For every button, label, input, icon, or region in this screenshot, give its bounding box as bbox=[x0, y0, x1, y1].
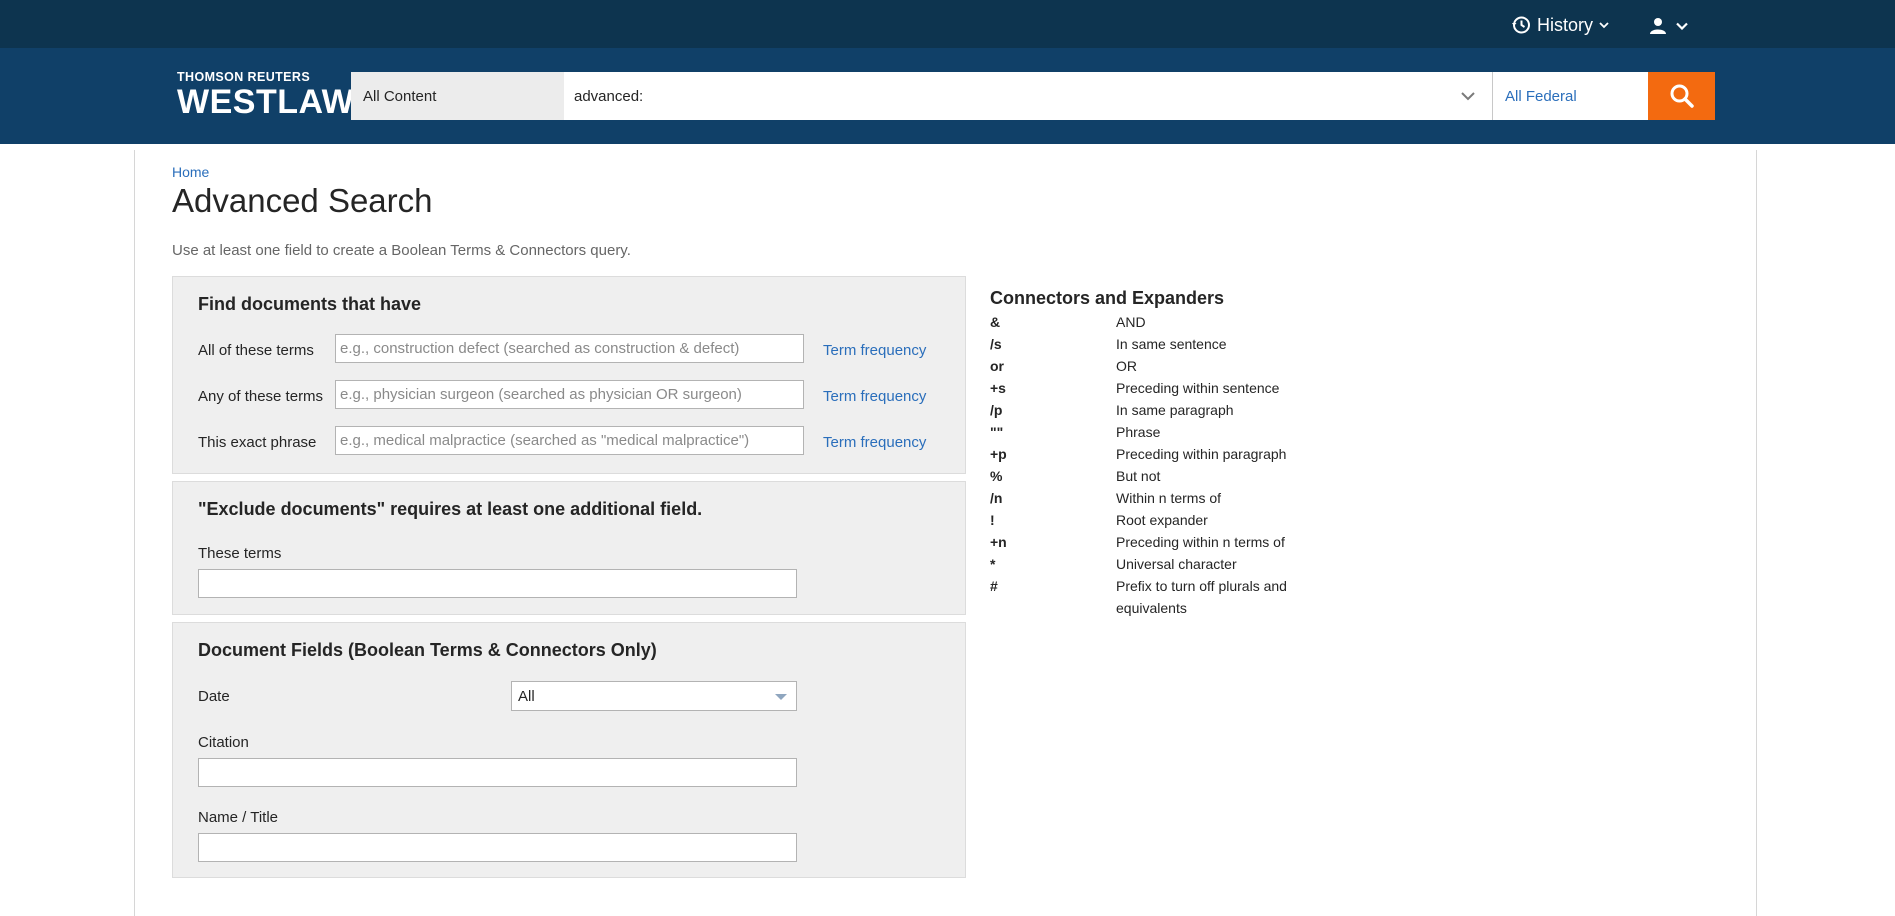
search-icon bbox=[1670, 84, 1694, 108]
connector-symbol: +s bbox=[990, 380, 1006, 396]
connector-description: Universal character bbox=[1116, 556, 1237, 572]
exclude-documents-panel: "Exclude documents" requires at least on… bbox=[172, 481, 966, 615]
main-search-input[interactable] bbox=[564, 72, 1492, 120]
exclude-terms-input[interactable] bbox=[198, 569, 797, 598]
panel-title: Document Fields (Boolean Terms & Connect… bbox=[198, 640, 657, 660]
chevron-down-icon[interactable] bbox=[1458, 88, 1478, 104]
logo-main-text: WESTLAW bbox=[177, 83, 355, 121]
breadcrumb-home[interactable]: Home bbox=[172, 164, 209, 180]
all-terms-label: All of these terms bbox=[198, 342, 314, 359]
list-item: or OR bbox=[990, 355, 1330, 377]
list-item: & AND bbox=[990, 311, 1330, 333]
exact-phrase-input[interactable] bbox=[335, 426, 804, 455]
these-terms-label: These terms bbox=[198, 545, 282, 562]
panel-title: Find documents that have bbox=[198, 294, 422, 314]
connector-symbol: /n bbox=[990, 490, 1003, 506]
connector-description: AND bbox=[1116, 314, 1146, 330]
connector-symbol: # bbox=[990, 578, 998, 594]
connector-description: Preceding within n terms of bbox=[1116, 534, 1285, 550]
name-title-label: Name / Title bbox=[198, 809, 279, 826]
connector-description: Preceding within paragraph bbox=[1116, 446, 1287, 462]
all-terms-input[interactable] bbox=[335, 334, 804, 363]
term-frequency-link-any[interactable]: Term frequency bbox=[823, 388, 926, 405]
connector-symbol: or bbox=[990, 358, 1004, 374]
list-item: +p Preceding within paragraph bbox=[990, 443, 1330, 465]
logo-top-text: THOMSON REUTERS bbox=[177, 70, 311, 84]
document-fields-panel: Document Fields (Boolean Terms & Connect… bbox=[172, 622, 966, 878]
connector-symbol: & bbox=[990, 314, 1001, 330]
westlaw-logo[interactable]: THOMSON REUTERS WESTLAW bbox=[177, 70, 354, 120]
connector-symbol: * bbox=[990, 556, 996, 572]
connector-symbol: +n bbox=[990, 534, 1007, 550]
term-frequency-link-all[interactable]: Term frequency bbox=[823, 342, 926, 359]
connectors-title: Connectors and Expanders bbox=[990, 288, 1225, 308]
page-title: Advanced Search bbox=[172, 182, 433, 219]
name-title-input[interactable] bbox=[198, 833, 797, 862]
connector-symbol: % bbox=[990, 468, 1003, 484]
panel-title: "Exclude documents" requires at least on… bbox=[198, 499, 703, 519]
history-icon bbox=[1512, 16, 1530, 34]
date-label: Date bbox=[198, 688, 230, 705]
connector-description: Within n terms of bbox=[1116, 490, 1222, 506]
connector-description: Prefix to turn off plurals and equivalen… bbox=[1116, 578, 1287, 616]
connector-symbol: /p bbox=[990, 402, 1003, 418]
chevron-down-icon bbox=[1599, 22, 1609, 29]
connector-description: But not bbox=[1116, 468, 1161, 484]
intro-text: Use at least one field to create a Boole… bbox=[172, 242, 631, 259]
content-type-select[interactable]: All Content bbox=[351, 72, 564, 120]
search-button[interactable] bbox=[1648, 72, 1715, 120]
any-terms-label: Any of these terms bbox=[198, 388, 324, 405]
connector-description: OR bbox=[1116, 358, 1137, 374]
date-select[interactable]: All bbox=[511, 681, 797, 711]
chevron-down-icon bbox=[1676, 22, 1688, 30]
list-item: "" Phrase bbox=[990, 421, 1330, 443]
connector-description: In same sentence bbox=[1116, 336, 1227, 352]
citation-label: Citation bbox=[198, 734, 249, 751]
exact-phrase-label: This exact phrase bbox=[198, 434, 317, 451]
history-label: History bbox=[1537, 14, 1594, 35]
list-item: # Prefix to turn off plurals and equivale… bbox=[990, 575, 1330, 619]
list-item: * Universal character bbox=[990, 553, 1330, 575]
list-item: +n Preceding within n terms of bbox=[990, 531, 1330, 553]
connector-description: Phrase bbox=[1116, 424, 1161, 440]
citation-input[interactable] bbox=[198, 758, 797, 787]
top-utility-bar: History bbox=[0, 0, 1895, 48]
term-frequency-link-phrase[interactable]: Term frequency bbox=[823, 434, 926, 451]
connector-symbol: +p bbox=[990, 446, 1007, 462]
page-frame-right bbox=[1756, 150, 1757, 916]
list-item: /s In same sentence bbox=[990, 333, 1330, 355]
find-documents-panel: Find documents that have All of these te… bbox=[172, 276, 966, 474]
user-icon bbox=[1650, 18, 1666, 34]
connector-description: Root expander bbox=[1116, 512, 1208, 528]
header-bar: THOMSON REUTERS WESTLAW All Content All … bbox=[0, 48, 1895, 144]
jurisdiction-selector[interactable]: All Federal bbox=[1492, 72, 1648, 120]
list-item: ! Root expander bbox=[990, 509, 1330, 531]
list-item: +s Preceding within sentence bbox=[990, 377, 1330, 399]
connector-symbol: ! bbox=[990, 512, 995, 528]
list-item: /n Within n terms of bbox=[990, 487, 1330, 509]
connector-description: Preceding within sentence bbox=[1116, 380, 1280, 396]
date-select-value: All bbox=[518, 687, 535, 705]
connectors-list: & AND /s In same sentence or OR +s Preceding… bbox=[990, 311, 1330, 619]
any-terms-input[interactable] bbox=[335, 380, 804, 409]
connector-symbol: "" bbox=[990, 424, 1004, 440]
connector-description: In same paragraph bbox=[1116, 402, 1234, 418]
history-menu[interactable]: History bbox=[1511, 12, 1615, 38]
page-frame-left bbox=[134, 150, 135, 916]
list-item: /p In same paragraph bbox=[990, 399, 1330, 421]
user-menu[interactable] bbox=[1649, 13, 1688, 39]
connector-symbol: /s bbox=[990, 336, 1002, 352]
caret-down-icon bbox=[775, 694, 787, 700]
list-item: % But not bbox=[990, 465, 1330, 487]
